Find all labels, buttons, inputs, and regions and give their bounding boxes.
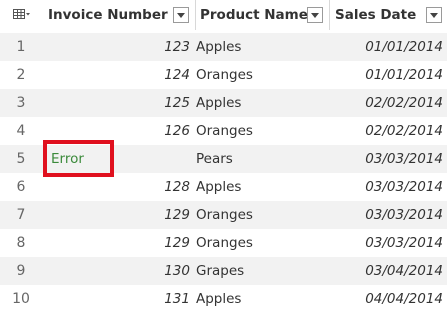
sales-date-cell[interactable]: 04/04/2014 <box>330 285 445 313</box>
invoice-number-cell[interactable]: 131 <box>42 285 191 313</box>
column-header-label: Invoice Number <box>48 7 168 23</box>
table-menu-button[interactable] <box>0 0 42 30</box>
sales-date-cell[interactable]: 01/01/2014 <box>330 61 445 89</box>
invoice-number-cell[interactable]: 123 <box>42 33 191 61</box>
column-header-sales-date[interactable]: Sales Date <box>330 0 447 30</box>
row-number: 2 <box>16 67 26 83</box>
chevron-down-icon <box>430 13 438 18</box>
sales-date-cell[interactable]: 01/01/2014 <box>330 33 445 61</box>
chevron-down-icon <box>311 13 319 18</box>
table-row[interactable]: 1 123 Apples 01/01/2014 <box>0 33 447 61</box>
row-number: 7 <box>16 207 26 223</box>
sales-date-filter-button[interactable] <box>426 7 442 23</box>
product-name-cell[interactable]: Oranges <box>196 117 326 145</box>
table-row[interactable]: 6 128 Apples 03/03/2014 <box>0 173 447 201</box>
column-header-row: Invoice Number Product Name Sales Date <box>0 0 447 30</box>
invoice-number-cell[interactable]: 124 <box>42 61 191 89</box>
table-row[interactable]: 8 129 Oranges 03/03/2014 <box>0 229 447 257</box>
sales-date-cell[interactable]: 02/02/2014 <box>330 89 445 117</box>
invoice-number-filter-button[interactable] <box>173 7 189 23</box>
data-grid: Invoice Number Product Name Sales Date 1… <box>0 0 447 317</box>
product-name-cell[interactable]: Apples <box>196 89 326 117</box>
product-name-cell[interactable]: Apples <box>196 285 326 313</box>
product-name-cell[interactable]: Oranges <box>196 229 326 257</box>
product-name-cell[interactable]: Pears <box>196 145 326 173</box>
invoice-number-cell[interactable]: 129 <box>42 229 191 257</box>
sales-date-cell[interactable]: 03/03/2014 <box>330 229 445 257</box>
row-number: 5 <box>16 151 26 167</box>
row-number: 3 <box>16 95 26 111</box>
row-number: 6 <box>16 179 26 195</box>
column-header-label: Product Name <box>200 7 308 23</box>
sales-date-cell[interactable]: 03/03/2014 <box>330 173 445 201</box>
table-row[interactable]: 9 130 Grapes 03/04/2014 <box>0 257 447 285</box>
column-header-label: Sales Date <box>335 7 417 23</box>
row-number: 4 <box>16 123 26 139</box>
invoice-number-cell[interactable]: 128 <box>42 173 191 201</box>
table-icon <box>13 9 30 19</box>
row-number: 1 <box>16 39 26 55</box>
sales-date-cell[interactable]: 03/04/2014 <box>330 257 445 285</box>
product-name-cell[interactable]: Grapes <box>196 257 326 285</box>
table-row[interactable]: 10 131 Apples 04/04/2014 <box>0 285 447 313</box>
table-row[interactable]: 2 124 Oranges 01/01/2014 <box>0 61 447 89</box>
sales-date-cell[interactable]: 03/03/2014 <box>330 201 445 229</box>
sales-date-cell[interactable]: 02/02/2014 <box>330 117 445 145</box>
chevron-down-icon <box>177 13 185 18</box>
sales-date-cell[interactable]: 03/03/2014 <box>330 145 445 173</box>
column-header-product-name[interactable]: Product Name <box>196 0 330 30</box>
invoice-number-cell[interactable]: 129 <box>42 201 191 229</box>
table-row[interactable]: 3 125 Apples 02/02/2014 <box>0 89 447 117</box>
invoice-number-cell[interactable]: 130 <box>42 257 191 285</box>
product-name-cell[interactable]: Oranges <box>196 61 326 89</box>
product-name-cell[interactable]: Oranges <box>196 201 326 229</box>
product-name-filter-button[interactable] <box>307 7 323 23</box>
product-name-cell[interactable]: Apples <box>196 33 326 61</box>
product-name-cell[interactable]: Apples <box>196 173 326 201</box>
row-number: 9 <box>16 263 26 279</box>
invoice-number-cell[interactable]: 125 <box>42 89 191 117</box>
column-header-invoice-number[interactable]: Invoice Number <box>42 0 196 30</box>
table-row[interactable]: 7 129 Oranges 03/03/2014 <box>0 201 447 229</box>
row-number: 8 <box>16 235 26 251</box>
row-number: 10 <box>12 291 30 307</box>
error-highlight-box <box>43 140 114 177</box>
